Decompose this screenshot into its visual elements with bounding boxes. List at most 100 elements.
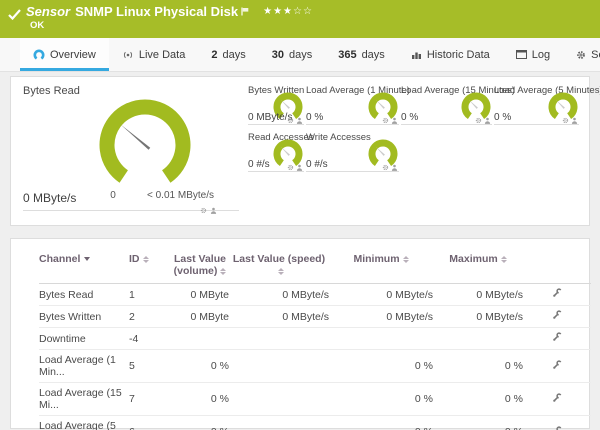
mini-gauge-quick-actions xyxy=(562,111,578,129)
tab-label: days xyxy=(361,48,385,61)
user-icon[interactable] xyxy=(484,111,491,129)
main-gauge-dial xyxy=(97,97,193,198)
sensor-title-line: Sensor SNMP Linux Physical Disk ★★★☆☆ xyxy=(26,4,313,19)
tab-number: 365 xyxy=(338,48,357,61)
channel-name: Load Average (1 Min... xyxy=(39,349,129,383)
last-value-speed xyxy=(229,382,329,416)
tab-label: Log xyxy=(531,48,551,61)
tab-30-days[interactable]: 30 days xyxy=(259,38,326,71)
sort-icon xyxy=(500,255,507,263)
tab-label: days xyxy=(222,48,246,61)
column-header-channel[interactable]: Channel xyxy=(39,249,129,284)
channel-name: Bytes Read xyxy=(39,283,129,306)
gear-icon[interactable] xyxy=(200,201,207,219)
last-value-speed: 0 MByte/s xyxy=(229,305,329,328)
gear-icon xyxy=(576,50,586,60)
mini-gauge-load-average-15-minutes: Load Average (15 Minutes) 0 % xyxy=(401,85,515,129)
channel-row-bytes-written: Bytes Written 2 0 MByte 0 MByte/s 0 MByte/s 0… xyxy=(39,305,591,328)
gear-icon[interactable] xyxy=(382,158,389,176)
user-icon[interactable] xyxy=(571,111,578,129)
mini-gauges-grid: Bytes Written 0 MByte/s Load Average (1 Mi… xyxy=(248,85,600,176)
sort-icon xyxy=(277,267,284,275)
last-value-speed xyxy=(229,415,329,430)
gauges-panel: Bytes Read 0 < 0.01 MByte/s 0 MByte/s By… xyxy=(10,76,600,226)
main-gauge-title: Bytes Read xyxy=(23,85,80,97)
edit-channel-icon[interactable] xyxy=(552,310,562,323)
channel-name: Bytes Written xyxy=(39,305,129,328)
tab-label: Live Data xyxy=(138,48,186,61)
mini-gauge-load-average-1-minute: Load Average (1 Minute) 0 % xyxy=(306,85,410,129)
tab-overview[interactable]: Overview xyxy=(20,38,109,71)
mini-gauge-bytes-written: Bytes Written 0 MByte/s xyxy=(248,85,306,129)
channel-id: 7 xyxy=(129,382,171,416)
broadcast-icon xyxy=(122,50,134,60)
user-icon[interactable] xyxy=(296,158,303,176)
channel-id: 2 xyxy=(129,305,171,328)
last-value-volume: 0 % xyxy=(171,415,229,430)
flag-icon xyxy=(241,4,249,19)
tab-label: Overview xyxy=(50,48,96,61)
sort-icon xyxy=(402,255,409,263)
prtg-sensor-page: Sensor SNMP Linux Physical Disk ★★★☆☆ OK O… xyxy=(0,0,600,430)
main-gauge-panel: Bytes Read 0 < 0.01 MByte/s 0 MByte/s xyxy=(11,77,243,225)
column-header-last-value-volume[interactable]: Last Value (volume) xyxy=(171,249,229,284)
gauge-icon xyxy=(33,49,45,61)
last-value-speed: 0 MByte/s xyxy=(229,283,329,306)
column-header-id[interactable]: ID xyxy=(129,249,171,284)
tab-historic-data[interactable]: Historic Data xyxy=(398,38,503,71)
edit-channel-icon[interactable] xyxy=(552,332,562,345)
gear-icon[interactable] xyxy=(287,158,294,176)
mini-gauge-value: 0 % xyxy=(306,112,324,123)
user-icon[interactable] xyxy=(391,158,398,176)
main-gauge-value: 0 MByte/s xyxy=(23,191,77,205)
channel-table: Channel ID Last Value (volume) Last Value (… xyxy=(39,249,591,430)
sort-icon xyxy=(142,255,149,263)
last-value-speed xyxy=(229,349,329,383)
mini-gauge-value: 0 #/s xyxy=(306,159,328,170)
column-header-actions xyxy=(523,249,591,284)
gear-icon[interactable] xyxy=(382,111,389,129)
channel-table-panel: Channel ID Last Value (volume) Last Value (… xyxy=(10,238,591,430)
tab-log[interactable]: Log xyxy=(503,38,563,71)
sort-icon xyxy=(220,267,227,275)
gear-icon[interactable] xyxy=(287,111,294,129)
last-value-volume xyxy=(171,327,229,350)
gauge-scale-max: < 0.01 MByte/s xyxy=(147,190,214,201)
maximum-value: 0 % xyxy=(433,382,523,416)
tab-settings[interactable]: Settings xyxy=(563,38,600,71)
sensor-name: SNMP Linux Physical Disk xyxy=(75,4,239,19)
window-icon xyxy=(515,50,527,59)
tab-2-days[interactable]: 2 days xyxy=(198,38,258,71)
gear-icon[interactable] xyxy=(562,111,569,129)
minimum-value: 0 MByte/s xyxy=(329,305,433,328)
last-value-volume: 0 MByte xyxy=(171,283,229,306)
tab-live-data[interactable]: Live Data xyxy=(109,38,198,71)
user-icon[interactable] xyxy=(391,111,398,129)
last-value-volume: 0 % xyxy=(171,382,229,416)
mini-gauge-value: 0 MByte/s xyxy=(248,112,293,123)
mini-gauge-quick-actions xyxy=(382,111,398,129)
tab-365-days[interactable]: 365 days xyxy=(325,38,398,71)
column-header-maximum[interactable]: Maximum xyxy=(433,249,523,284)
tab-number: 30 xyxy=(271,48,284,61)
channel-id: 1 xyxy=(129,283,171,306)
last-value-volume: 0 MByte xyxy=(171,305,229,328)
last-value-speed xyxy=(229,327,329,350)
maximum-value xyxy=(433,327,523,350)
edit-channel-icon[interactable] xyxy=(552,392,562,406)
edit-channel-icon[interactable] xyxy=(552,359,562,373)
maximum-value: 0 % xyxy=(433,415,523,430)
user-icon[interactable] xyxy=(210,201,217,219)
main-gauge-quick-actions xyxy=(200,201,217,219)
tab-bar: Overview Live Data 2 days 30 days 365 days Histo… xyxy=(0,38,600,72)
user-icon[interactable] xyxy=(296,111,303,129)
edit-channel-icon[interactable] xyxy=(552,288,562,301)
column-header-minimum[interactable]: Minimum xyxy=(329,249,433,284)
column-header-last-value-speed[interactable]: Last Value (speed) xyxy=(229,249,329,284)
priority-stars[interactable]: ★★★☆☆ xyxy=(263,6,313,17)
status-check-icon xyxy=(8,7,21,25)
edit-channel-icon[interactable] xyxy=(552,425,562,430)
gear-icon[interactable] xyxy=(475,111,482,129)
minimum-value: 0 MByte/s xyxy=(329,283,433,306)
channel-row-load-average-1-min: Load Average (1 Min... 5 0 % 0 % 0 % xyxy=(39,349,591,383)
